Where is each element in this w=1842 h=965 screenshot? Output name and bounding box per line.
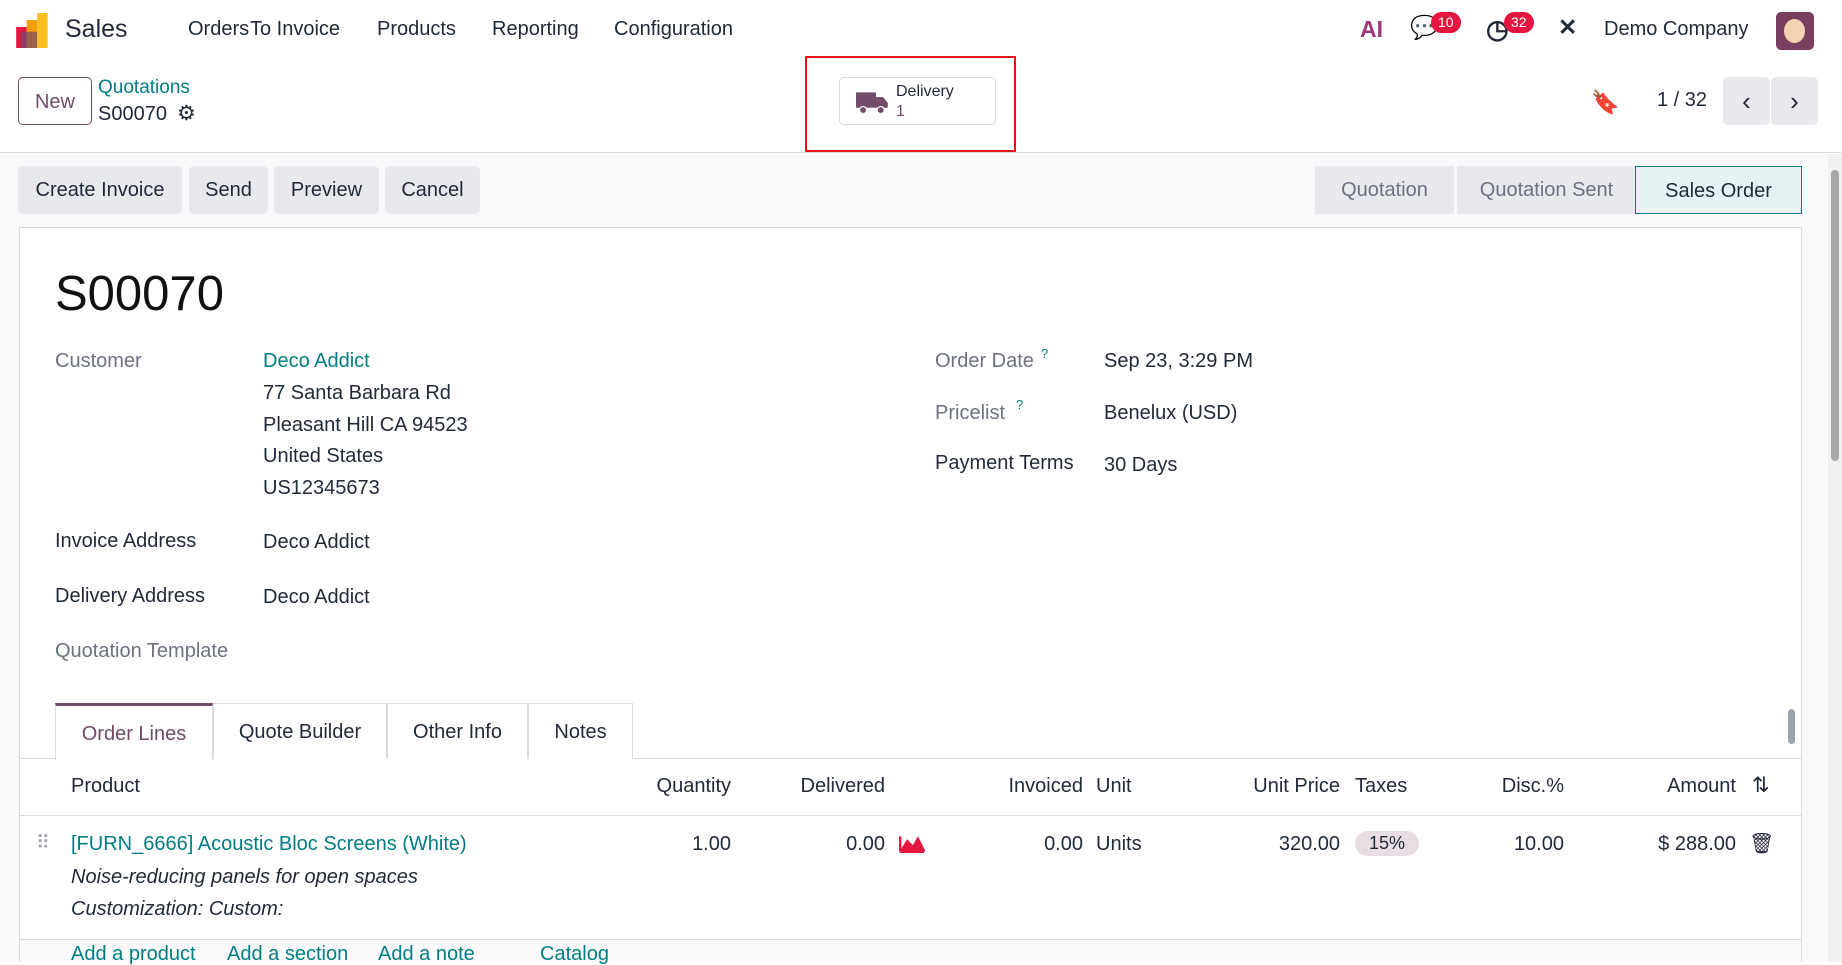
address-line: Pleasant Hill CA 94523 — [263, 414, 468, 436]
add-line-row: Add a product Add a section Add a note C… — [20, 939, 1801, 964]
status-quotation-sent[interactable]: Quotation Sent — [1457, 166, 1636, 214]
status-sales-order[interactable]: Sales Order — [1635, 166, 1802, 214]
delivery-count: 1 — [896, 103, 905, 120]
tab-quote-builder[interactable]: Quote Builder — [213, 703, 387, 759]
cancel-button[interactable]: Cancel — [385, 166, 480, 214]
amount-cell: $ 288.00 — [1658, 833, 1736, 855]
order-date-field[interactable]: Sep 23, 3:29 PM — [1104, 350, 1253, 373]
forecast-chart-icon[interactable] — [899, 834, 925, 853]
menu-to-invoice[interactable]: To Invoice — [250, 18, 340, 41]
debug-tools-icon[interactable]: ✕ — [1558, 14, 1577, 41]
top-navbar: Sales Orders To Invoice Products Reporti… — [0, 0, 1842, 61]
menu-reporting[interactable]: Reporting — [492, 18, 579, 41]
column-unit[interactable]: Unit — [1096, 775, 1132, 798]
table-scrollbar[interactable] — [1788, 709, 1795, 744]
delete-trash-icon[interactable]: 🗑 — [1749, 831, 1774, 856]
discount-cell[interactable]: 10.00 — [1446, 833, 1564, 856]
pager-next-button[interactable]: › — [1771, 77, 1818, 125]
user-avatar[interactable] — [1776, 12, 1814, 50]
column-delivered[interactable]: Delivered — [767, 775, 885, 798]
pricelist-label: Pricelist — [935, 402, 1006, 424]
address-line: 77 Santa Barbara Rd — [263, 382, 451, 404]
help-icon[interactable]: ? — [1016, 397, 1023, 412]
address-line: United States — [263, 445, 384, 467]
quotation-template-label: Quotation Template — [55, 640, 229, 662]
payment-terms-label: Payment Terms — [935, 452, 1074, 474]
payment-terms-field[interactable]: 30 Days — [1104, 454, 1177, 477]
form-area: Create Invoice Send Preview Cancel Quota… — [0, 154, 1828, 964]
form-sheet: S00070 Customer Deco Addict 77 Santa Bar… — [19, 227, 1802, 964]
add-product-link[interactable]: Add a product — [71, 944, 196, 964]
truck-icon — [856, 92, 888, 115]
record-name: S00070 — [98, 103, 167, 125]
customer-label: Customer — [55, 350, 142, 372]
address-vat: US12345673 — [263, 477, 380, 499]
invoice-address-field[interactable]: Deco Addict — [263, 531, 370, 554]
bookmark-icon[interactable]: 🔖 — [1591, 89, 1620, 116]
pricelist-field[interactable]: Benelux (USD) — [1104, 402, 1237, 425]
tab-order-lines[interactable]: Order Lines — [55, 703, 213, 760]
column-amount[interactable]: Amount — [1618, 775, 1736, 798]
messages-badge: 10 — [1431, 12, 1461, 33]
delivery-address-label: Delivery Address — [55, 585, 206, 607]
create-invoice-button[interactable]: Create Invoice — [18, 166, 182, 214]
column-discount[interactable]: Disc.% — [1446, 775, 1564, 798]
order-date-label: Order Date — [935, 350, 1034, 372]
invoiced-cell: 0.00 — [1044, 833, 1083, 855]
company-switcher[interactable]: Demo Company — [1604, 18, 1749, 41]
pager-previous-button[interactable]: ‹ — [1723, 77, 1770, 125]
unit-price-cell[interactable]: 320.00 — [1199, 833, 1340, 856]
delivery-label: Delivery — [896, 83, 954, 100]
menu-configuration[interactable]: Configuration — [614, 18, 733, 41]
breadcrumb-quotations[interactable]: Quotations — [98, 77, 190, 99]
invoice-address-label: Invoice Address — [55, 530, 197, 552]
status-quotation[interactable]: Quotation — [1315, 166, 1454, 214]
product-description: Noise-reducing panels for open spaces — [71, 866, 418, 888]
product-link[interactable]: [FURN_6666] Acoustic Bloc Screens (White… — [71, 833, 467, 856]
gear-icon[interactable]: ⚙ — [177, 101, 196, 126]
send-button[interactable]: Send — [189, 166, 268, 214]
column-quantity[interactable]: Quantity — [613, 775, 731, 798]
column-taxes[interactable]: Taxes — [1355, 775, 1407, 798]
tab-notes[interactable]: Notes — [528, 703, 633, 759]
page-scrollbar[interactable] — [1828, 154, 1842, 962]
help-icon[interactable]: ? — [1041, 346, 1048, 361]
sales-app-logo-icon[interactable] — [16, 13, 49, 48]
control-panel: New Quotations S00070 ⚙ Delivery 1 🔖 1 /… — [0, 56, 1842, 153]
delivery-smart-button[interactable]: Delivery 1 — [839, 77, 996, 125]
customer-link[interactable]: Deco Addict — [263, 350, 370, 373]
catalog-link[interactable]: Catalog — [540, 944, 609, 964]
drag-handle-icon[interactable]: ⠿ — [36, 832, 50, 855]
app-name[interactable]: Sales — [65, 15, 128, 44]
column-unit-price[interactable]: Unit Price — [1199, 775, 1340, 798]
ai-icon[interactable]: AI — [1360, 16, 1383, 43]
product-customization: Customization: Custom: — [71, 898, 284, 920]
add-note-link[interactable]: Add a note — [378, 944, 475, 964]
quantity-cell[interactable]: 1.00 — [613, 833, 731, 856]
new-button[interactable]: New — [18, 77, 92, 125]
unit-cell[interactable]: Units — [1096, 833, 1142, 856]
column-product[interactable]: Product — [71, 775, 140, 798]
menu-products[interactable]: Products — [377, 18, 456, 41]
header-divider — [20, 815, 1801, 816]
record-title: S00070 — [55, 267, 224, 321]
menu-orders[interactable]: Orders — [188, 18, 249, 41]
activities-badge: 32 — [1504, 12, 1534, 33]
add-section-link[interactable]: Add a section — [227, 944, 348, 964]
column-invoiced[interactable]: Invoiced — [965, 775, 1084, 798]
preview-button[interactable]: Preview — [274, 166, 379, 214]
tab-other-info[interactable]: Other Info — [387, 703, 528, 759]
tax-badge[interactable]: 15% — [1355, 831, 1420, 856]
delivery-address-field[interactable]: Deco Addict — [263, 586, 370, 609]
delivered-cell[interactable]: 0.00 — [767, 833, 885, 856]
optional-columns-icon[interactable]: ⇅ — [1752, 773, 1770, 798]
pager-value[interactable]: 1 / 32 — [1657, 89, 1707, 112]
